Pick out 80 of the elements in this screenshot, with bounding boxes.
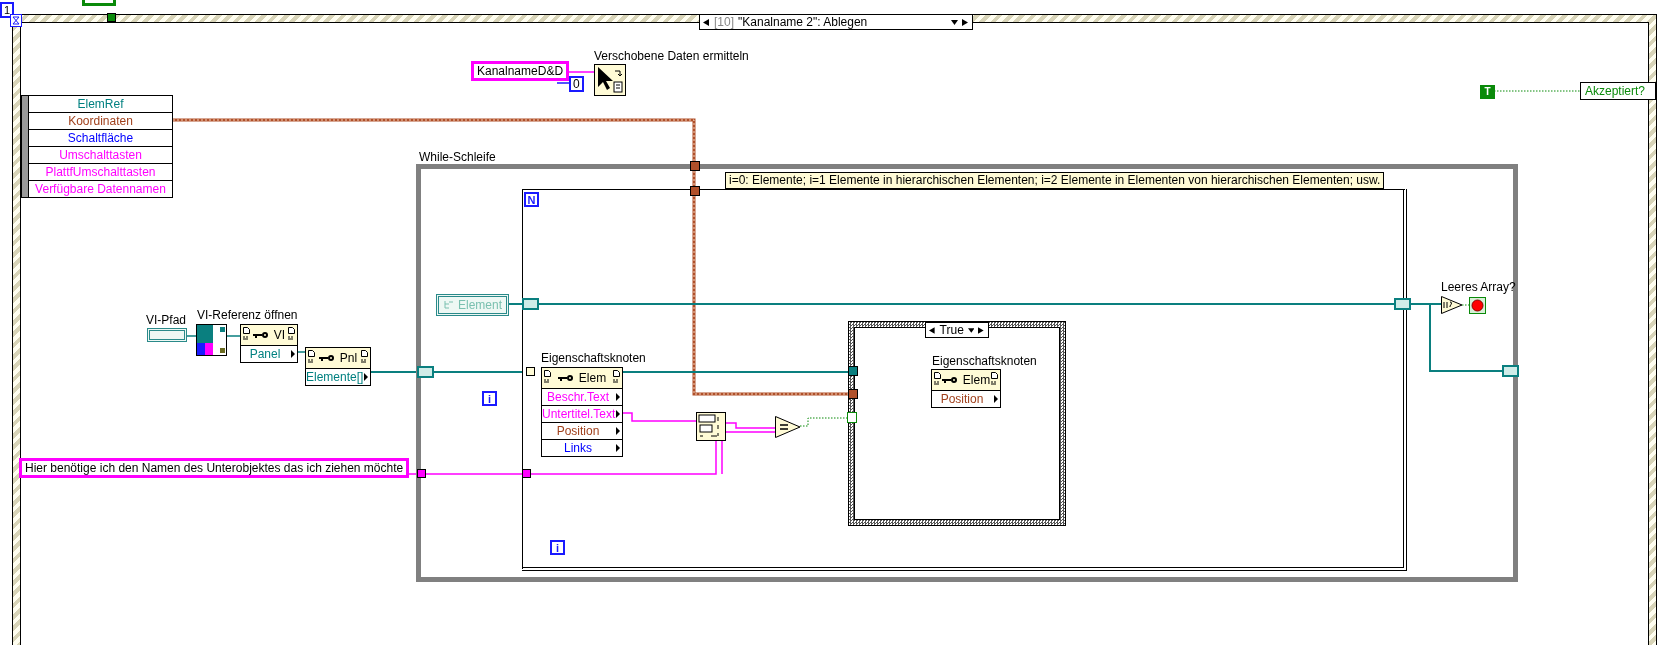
cursor-icon[interactable] — [594, 64, 626, 96]
node-class: Elem — [962, 373, 991, 387]
shift-register — [1394, 298, 1411, 310]
key-icon — [318, 354, 335, 362]
key-icon — [557, 374, 574, 382]
node-class: Elem — [578, 371, 607, 385]
document-icon — [308, 350, 315, 364]
property-row[interactable]: Panel — [241, 346, 297, 362]
document-icon — [361, 350, 368, 364]
event-data-node[interactable]: ElemRef Koordinaten Schaltfläche Umschalttasten PlattfUmschalttasten Verfügbare Datennamen — [21, 95, 173, 198]
indicator: Akzeptiert? — [1580, 82, 1657, 100]
tunnel — [690, 186, 700, 196]
dropdown-icon[interactable] — [951, 18, 958, 26]
document-icon — [243, 327, 250, 341]
node-class: Pnl — [339, 351, 358, 365]
shift-register — [417, 366, 434, 378]
right-arrow-icon[interactable] — [978, 326, 985, 334]
connector-pane-icon[interactable] — [196, 324, 227, 356]
case-selector[interactable]: [10] "Kanalname 2": Ablegen — [699, 14, 973, 30]
left-arrow-icon[interactable] — [703, 18, 710, 26]
property-node[interactable]: VI Panel — [240, 324, 298, 363]
function-label: Verschobene Daten ermitteln — [594, 49, 749, 63]
control-label: VI-Pfad — [146, 313, 187, 327]
shift-register — [1502, 365, 1519, 377]
iteration-terminal: i — [482, 391, 497, 406]
property-row[interactable]: Elemente[] — [306, 369, 370, 385]
empty-array-icon — [1441, 296, 1463, 314]
node-class: VI — [273, 328, 286, 342]
property-node[interactable]: Elem Beschr.Text Untertitel.Text Position Links — [541, 367, 623, 457]
dropdown-icon[interactable] — [967, 326, 975, 334]
left-arrow-icon[interactable] — [929, 326, 936, 334]
function-label: VI-Referenz öffnen — [197, 308, 298, 322]
document-icon — [544, 370, 551, 384]
case-index: [10] — [714, 15, 734, 29]
right-arrow-icon[interactable] — [962, 18, 969, 26]
event-data-item[interactable]: Schaltfläche — [29, 130, 172, 147]
property-node[interactable]: Pnl Elemente[] — [305, 347, 371, 386]
hourglass-icon — [10, 14, 22, 27]
property-node[interactable]: Elem Position — [931, 369, 1001, 408]
document-icon — [934, 372, 941, 386]
iteration-terminal: i — [550, 540, 565, 555]
tunnel — [848, 366, 858, 376]
property-row[interactable]: Position — [542, 423, 622, 440]
stop-icon[interactable] — [1469, 297, 1486, 314]
loop-count: N — [524, 192, 539, 207]
tunnel — [848, 389, 858, 399]
property-row[interactable]: Position — [932, 391, 1000, 407]
key-icon — [941, 376, 958, 384]
event-data-item[interactable]: Koordinaten — [29, 113, 172, 130]
comment: i=0: Elemente; i=1 Elemente in hierarchischen Elementen; i=2 Elemente in Elementen von hierarchischen Elementen; usw. — [725, 172, 1385, 189]
path-constant — [147, 328, 187, 342]
shift-register — [522, 298, 539, 310]
tunnel — [417, 469, 426, 478]
constant-label: Element — [458, 297, 503, 313]
match-pattern-icon[interactable] — [696, 412, 726, 441]
document-icon — [991, 372, 998, 386]
node-label: Eigenschaftsknoten — [541, 351, 646, 365]
property-row[interactable]: Links — [542, 440, 622, 456]
document-icon — [613, 370, 620, 384]
tunnel — [522, 469, 531, 478]
tunnel — [107, 13, 116, 22]
selector-terminal — [847, 412, 857, 423]
document-icon — [288, 327, 295, 341]
numeric-constant: 0 — [569, 76, 584, 92]
event-data-item[interactable]: ElemRef — [29, 96, 172, 113]
case-selector[interactable]: True — [925, 322, 989, 338]
tree-icon — [443, 300, 455, 310]
stop-label: Leeres Array? — [1441, 280, 1516, 294]
string-constant: KanalnameD&D — [471, 61, 570, 81]
loop-label: While-Schleife — [419, 150, 496, 164]
case-label: "Kanalname 2": Ablegen — [738, 15, 869, 29]
indexing-tunnel — [526, 367, 535, 376]
key-icon — [252, 331, 269, 339]
string-constant: Hier benötige ich den Namen des Unterobjektes das ich ziehen möchte — [19, 458, 410, 478]
case-label: True — [939, 323, 964, 337]
equal-icon[interactable] — [775, 416, 801, 438]
boolean-constant: T — [1480, 85, 1495, 99]
node-label: Eigenschaftsknoten — [932, 354, 1037, 368]
resize-handle[interactable] — [22, 96, 29, 197]
tunnel — [690, 161, 700, 171]
